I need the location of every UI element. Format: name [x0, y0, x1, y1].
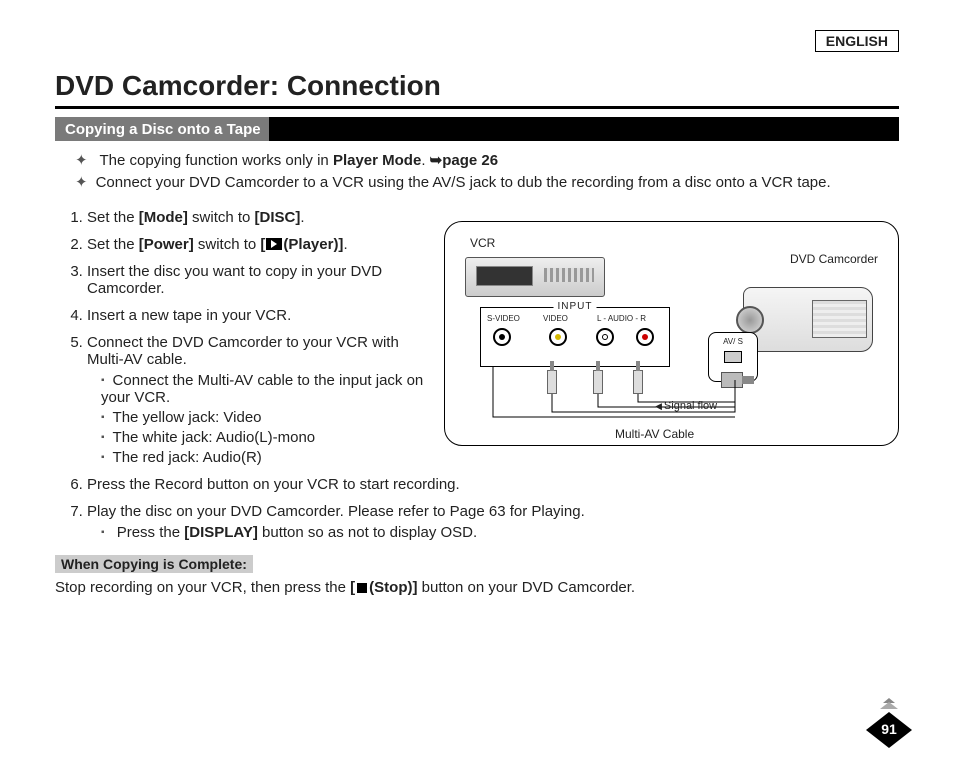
text-bold: [Mode]: [139, 209, 188, 226]
stop-icon: [357, 583, 367, 593]
page-number: 91: [866, 721, 912, 737]
intro-list: The copying function works only in Playe…: [75, 151, 899, 191]
text: switch to: [194, 236, 261, 253]
step-6: Press the Record button on your VCR to s…: [87, 476, 899, 493]
sub-item: Press the [DISPLAY] button so as not to …: [101, 524, 899, 541]
signal-flow-label: Signal flow: [655, 400, 717, 412]
language-label: ENGLISH: [815, 30, 899, 52]
text-bold: [Power]: [139, 236, 194, 253]
text: Press the: [117, 524, 185, 541]
text: .: [421, 152, 429, 169]
page-number-badge: 91: [866, 712, 912, 748]
sub-item: The white jack: Audio(L)-mono: [101, 429, 429, 446]
complete-section: When Copying is Complete:: [55, 555, 899, 573]
intro-item: The copying function works only in Playe…: [75, 151, 899, 169]
multi-av-cable-label: Multi-AV Cable: [615, 427, 694, 441]
step-7-sublist: Press the [DISPLAY] button so as not to …: [101, 524, 899, 541]
section-header-bar: Copying a Disc onto a Tape: [55, 117, 899, 141]
section-title: Copying a Disc onto a Tape: [55, 117, 269, 141]
intro-item: Connect your DVD Camcorder to a VCR usin…: [75, 173, 899, 191]
step-5-sublist: Connect the Multi-AV cable to the input …: [101, 372, 429, 466]
sub-item: The yellow jack: Video: [101, 409, 429, 426]
text-bold: [DISC]: [255, 209, 301, 226]
play-icon: [266, 238, 282, 250]
step-7: Play the disc on your DVD Camcorder. Ple…: [87, 503, 899, 541]
page-ref: ➥page 26: [430, 151, 498, 169]
text: .: [300, 209, 304, 226]
stop-label: [(Stop)]: [350, 579, 417, 596]
player-label: [(Player)]: [260, 236, 343, 253]
text-bold: Player Mode: [333, 152, 421, 169]
text: Set the: [87, 236, 139, 253]
text: Set the: [87, 209, 139, 226]
complete-text: Stop recording on your VCR, then press t…: [55, 579, 899, 596]
sub-item: The red jack: Audio(R): [101, 449, 429, 466]
text: button on your DVD Camcorder.: [417, 579, 635, 596]
text: The copying function works only in: [99, 152, 332, 169]
text: button so as not to display OSD.: [258, 524, 477, 541]
text: .: [343, 236, 347, 253]
text: switch to: [188, 209, 255, 226]
text: Play the disc on your DVD Camcorder. Ple…: [87, 503, 585, 520]
complete-label: When Copying is Complete:: [55, 555, 253, 573]
sub-item: Connect the Multi-AV cable to the input …: [101, 372, 429, 406]
text: Stop recording on your VCR, then press t…: [55, 579, 350, 596]
page-title-row: DVD Camcorder: Connection: [55, 70, 899, 109]
page-title: DVD Camcorder: Connection: [55, 70, 899, 102]
text: Connect the DVD Camcorder to your VCR wi…: [87, 334, 399, 368]
text-bold: [DISPLAY]: [184, 524, 258, 541]
connection-diagram: VCR DVD Camcorder INPUT S-VIDEO VIDEO L …: [444, 221, 899, 446]
